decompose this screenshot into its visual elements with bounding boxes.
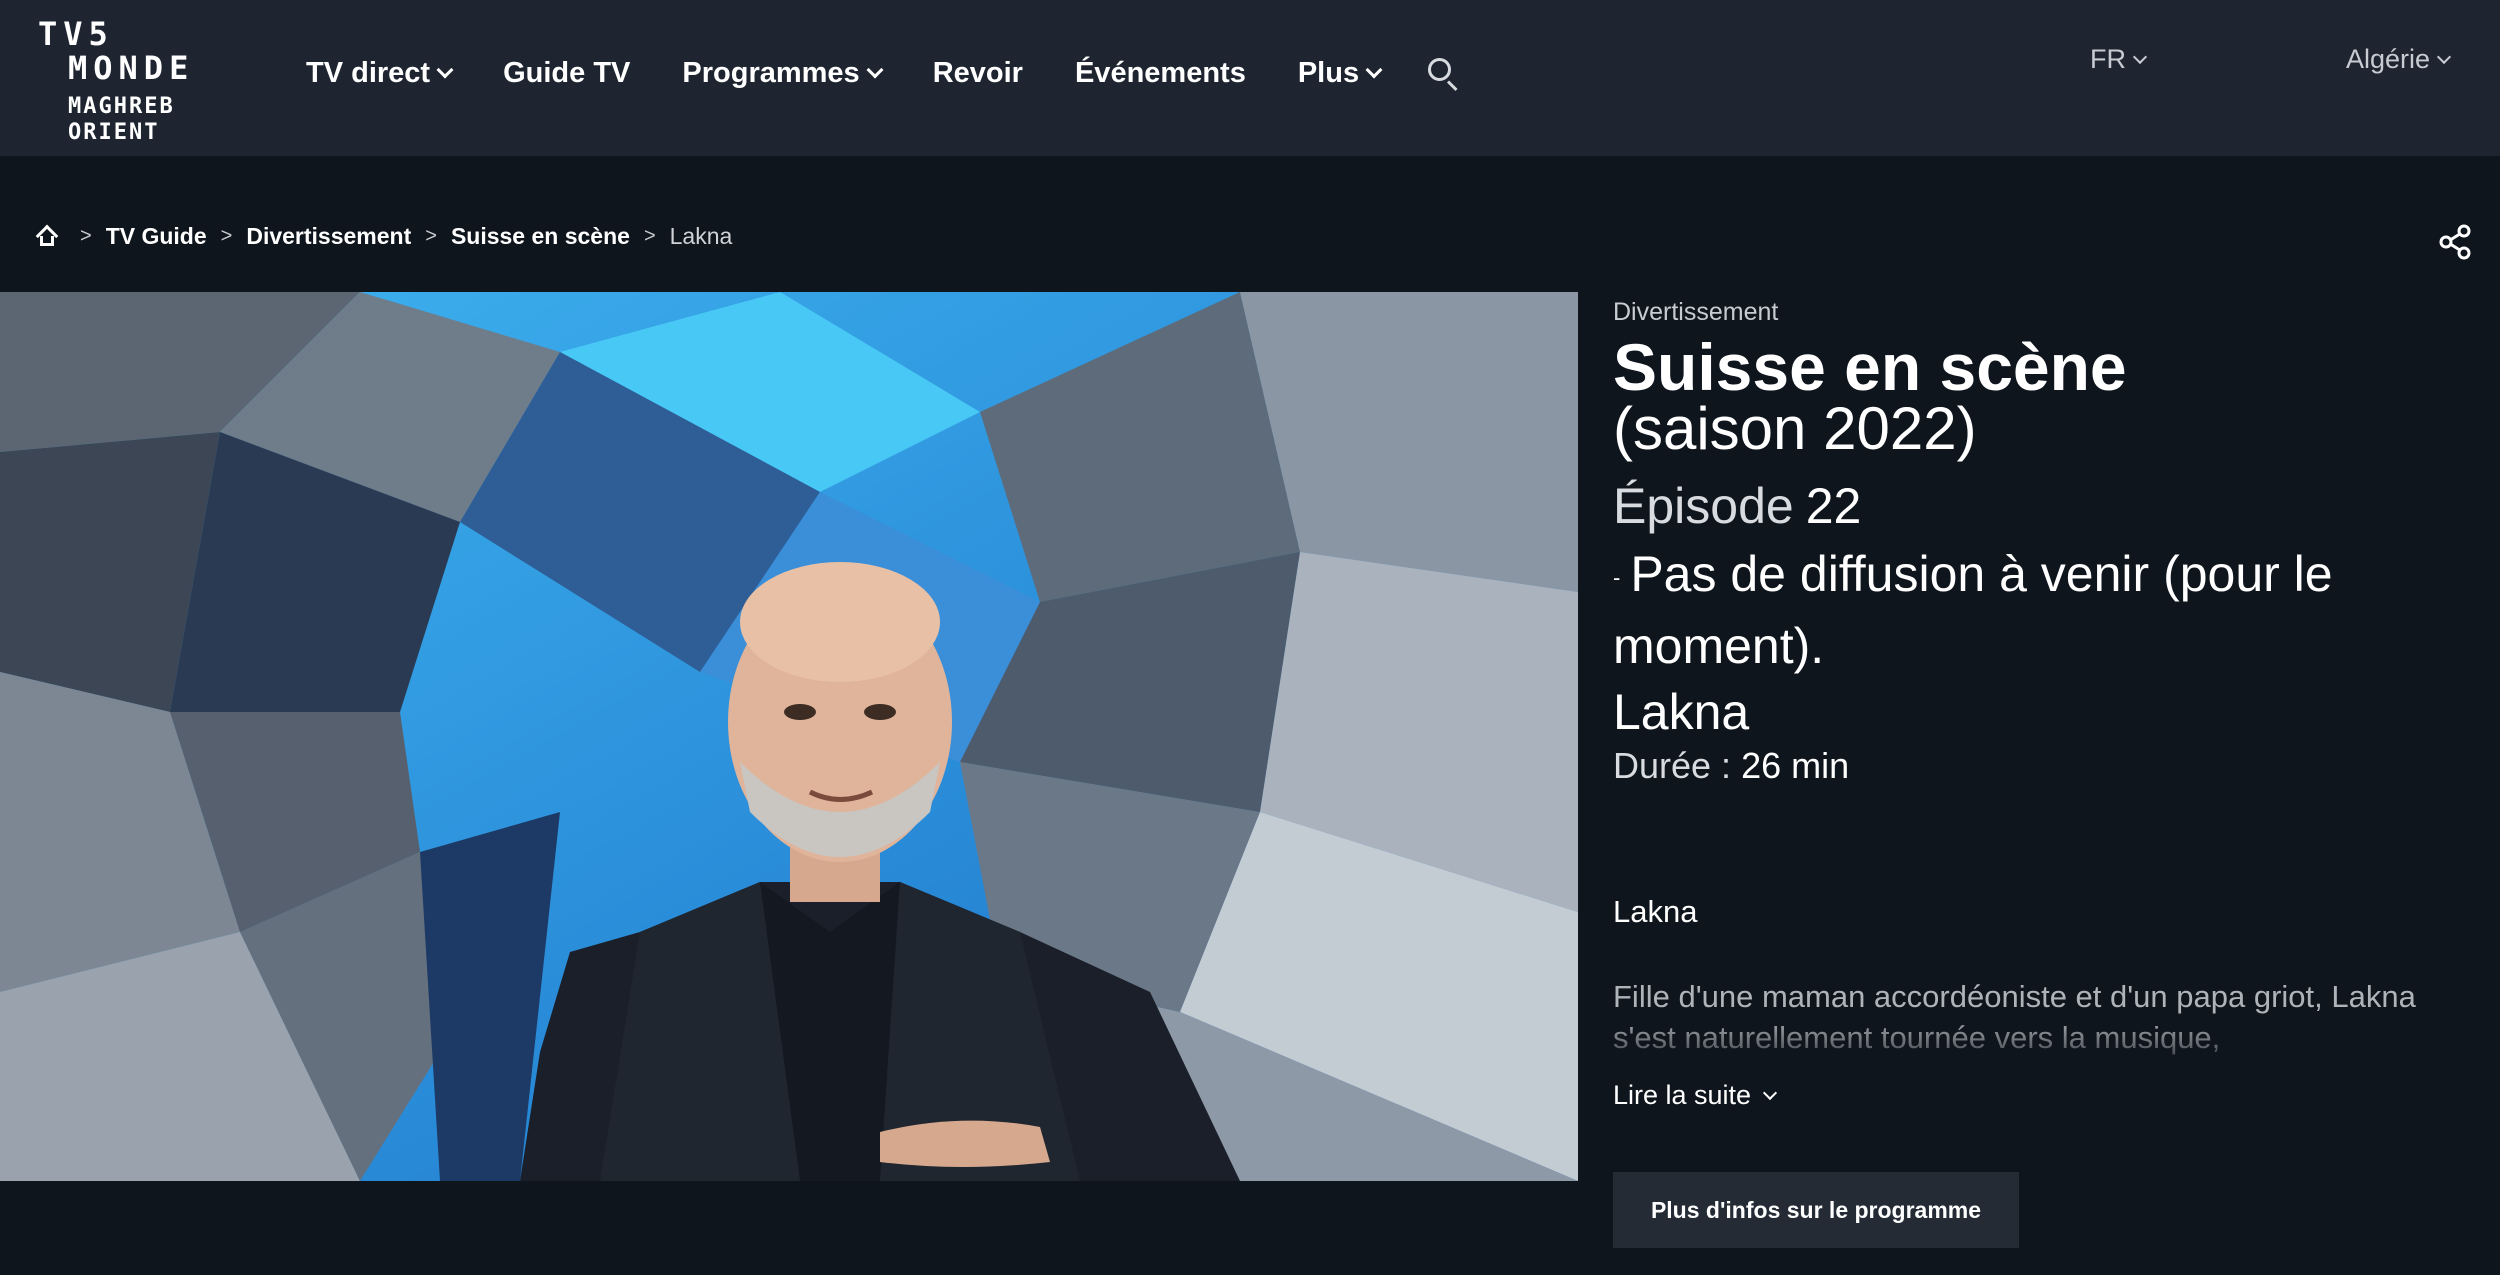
breadcrumb-link-suisse-en-scene[interactable]: Suisse en scène bbox=[451, 223, 630, 250]
nav-item-tv-direct[interactable]: TV direct bbox=[306, 56, 454, 90]
program-image bbox=[0, 292, 1578, 1181]
nav-item-label: Programmes bbox=[682, 56, 860, 89]
episode-title: Lakna bbox=[1613, 684, 1750, 740]
top-header: TV5 MONDE MAGHREB ORIENT TV direct Guide… bbox=[0, 0, 2500, 156]
program-category[interactable]: Divertissement bbox=[1613, 298, 1778, 327]
tv5monde-logo[interactable]: TV5 MONDE MAGHREB ORIENT bbox=[38, 18, 228, 148]
search-icon[interactable] bbox=[1426, 56, 1460, 92]
breadcrumb: > TV Guide > Divertissement > Suisse en … bbox=[35, 220, 733, 252]
breadcrumb-separator: > bbox=[425, 224, 437, 247]
logo-line-3: MAGHREB bbox=[68, 94, 175, 119]
duration-value: 26 min bbox=[1741, 745, 1850, 786]
chevron-down-icon bbox=[2132, 49, 2148, 64]
logo-line-1: TV5 bbox=[38, 15, 114, 53]
read-more-toggle[interactable]: Lire la suite bbox=[1613, 1080, 1778, 1111]
episode-value: 22 bbox=[1805, 478, 1862, 534]
main-nav: TV direct Guide TV Programmes Revoir Évé… bbox=[306, 50, 1460, 96]
nav-item-plus[interactable]: Plus bbox=[1297, 56, 1383, 90]
breadcrumb-link-tv-guide[interactable]: TV Guide bbox=[106, 223, 207, 250]
breadcrumb-separator: > bbox=[643, 224, 656, 247]
nav-item-label: TV direct bbox=[306, 56, 431, 89]
breadcrumb-separator: > bbox=[80, 224, 92, 247]
broadcast-text: Pas de diffusion à venir (pour le moment… bbox=[1613, 546, 2333, 674]
nav-item-revoir[interactable]: Revoir bbox=[933, 57, 1023, 90]
logo-line-4: ORIENT bbox=[68, 120, 160, 145]
nav-item-label: Guide TV bbox=[503, 56, 631, 89]
program-season: (saison 2022) bbox=[1613, 395, 1977, 462]
read-more-label: Lire la suite bbox=[1613, 1080, 1752, 1110]
breadcrumb-separator: > bbox=[220, 224, 233, 247]
more-info-button[interactable]: Plus d'infos sur le programme bbox=[1613, 1172, 2019, 1248]
breadcrumb-link-divertissement[interactable]: Divertissement bbox=[246, 223, 411, 250]
nav-item-label: Plus bbox=[1297, 56, 1360, 89]
duration-label: Durée : bbox=[1613, 745, 1732, 786]
breadcrumb-current: Lakna bbox=[669, 222, 733, 249]
chevron-down-icon bbox=[866, 61, 884, 79]
description-title: Lakna bbox=[1613, 894, 1698, 929]
program-title: Suisse en scène bbox=[1613, 330, 2127, 404]
broadcast-status: - Pas de diffusion à venir (pour le momen… bbox=[1613, 540, 2473, 680]
chevron-down-icon bbox=[1365, 61, 1383, 79]
logo-line-2: MONDE bbox=[68, 49, 195, 87]
chevron-down-icon bbox=[1763, 1085, 1778, 1100]
episode-number: Épisode 22 bbox=[1613, 476, 1861, 536]
episode-label: Épisode bbox=[1613, 478, 1794, 534]
chevron-down-icon bbox=[2436, 49, 2452, 64]
region-label: Algérie bbox=[2346, 44, 2431, 74]
language-label: FR bbox=[2090, 44, 2126, 74]
nav-item-guide-tv[interactable]: Guide TV bbox=[503, 57, 630, 90]
region-selector[interactable]: Algérie bbox=[2346, 44, 2452, 75]
description-text: Fille d'une maman accordéoniste et d'un … bbox=[1613, 979, 2416, 1055]
nav-item-programmes[interactable]: Programmes bbox=[682, 56, 884, 90]
episode-duration: Durée :26 min bbox=[1613, 744, 1849, 788]
broadcast-dash: - bbox=[1613, 564, 1621, 590]
nav-item-evenements[interactable]: Événements bbox=[1075, 57, 1246, 90]
home-icon[interactable] bbox=[35, 224, 59, 248]
share-icon[interactable] bbox=[2438, 224, 2472, 260]
chevron-down-icon bbox=[436, 61, 454, 79]
language-selector[interactable]: FR bbox=[2090, 44, 2148, 75]
nav-item-label: Événements bbox=[1074, 56, 1246, 89]
nav-item-label: Revoir bbox=[932, 56, 1023, 89]
